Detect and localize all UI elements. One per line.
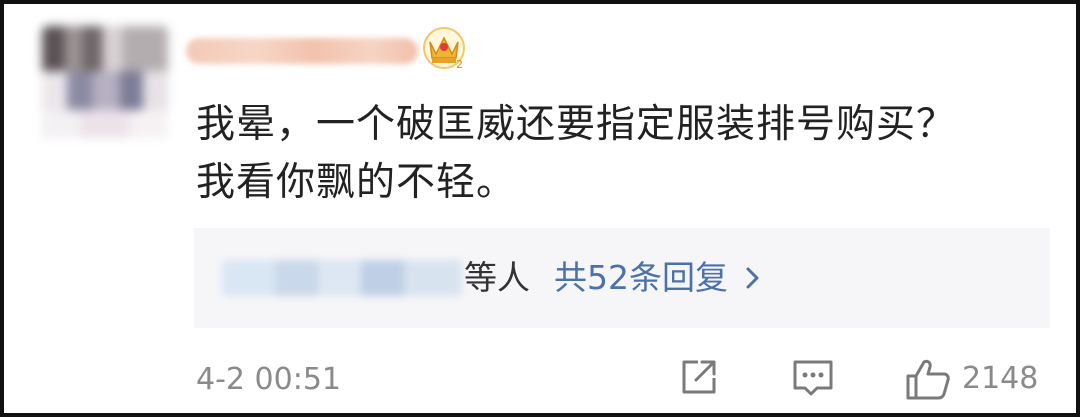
view-replies-link[interactable]: 共52条回复 xyxy=(554,256,762,300)
comment-text: 我晕，一个破匡威还要指定服装排号购买？ 我看你飘的不轻。 xyxy=(196,96,956,212)
like-count: 2148 xyxy=(962,361,1039,396)
comment-icon xyxy=(793,360,833,396)
username-blurred[interactable] xyxy=(186,38,418,64)
comment-button[interactable] xyxy=(789,356,837,400)
like-button[interactable]: 2148 xyxy=(904,356,1038,402)
chevron-right-icon xyxy=(746,267,759,289)
comment-card: 2 我晕，一个破匡威还要指定服装排号购买？ 我看你飘的不轻。 等人 共52条回复… xyxy=(0,0,1080,417)
avatar[interactable] xyxy=(42,26,168,138)
timestamp: 4-2 00:51 xyxy=(196,362,341,397)
share-button[interactable] xyxy=(676,356,720,400)
reply-usernames-blurred xyxy=(222,260,462,296)
svg-text:2: 2 xyxy=(456,58,463,71)
share-icon xyxy=(682,360,716,394)
reply-count-label: 共52条回复 xyxy=(554,258,728,297)
reply-suffix: 等人 xyxy=(464,258,530,297)
thumbs-up-icon xyxy=(906,359,950,400)
comment-line-1: 我晕，一个破匡威还要指定服装排号购买？ xyxy=(196,102,957,147)
crown-badge-icon: 2 xyxy=(423,27,465,71)
comment-line-2: 我看你飘的不轻。 xyxy=(196,160,517,205)
reply-preview[interactable]: 等人 共52条回复 xyxy=(194,228,1050,328)
